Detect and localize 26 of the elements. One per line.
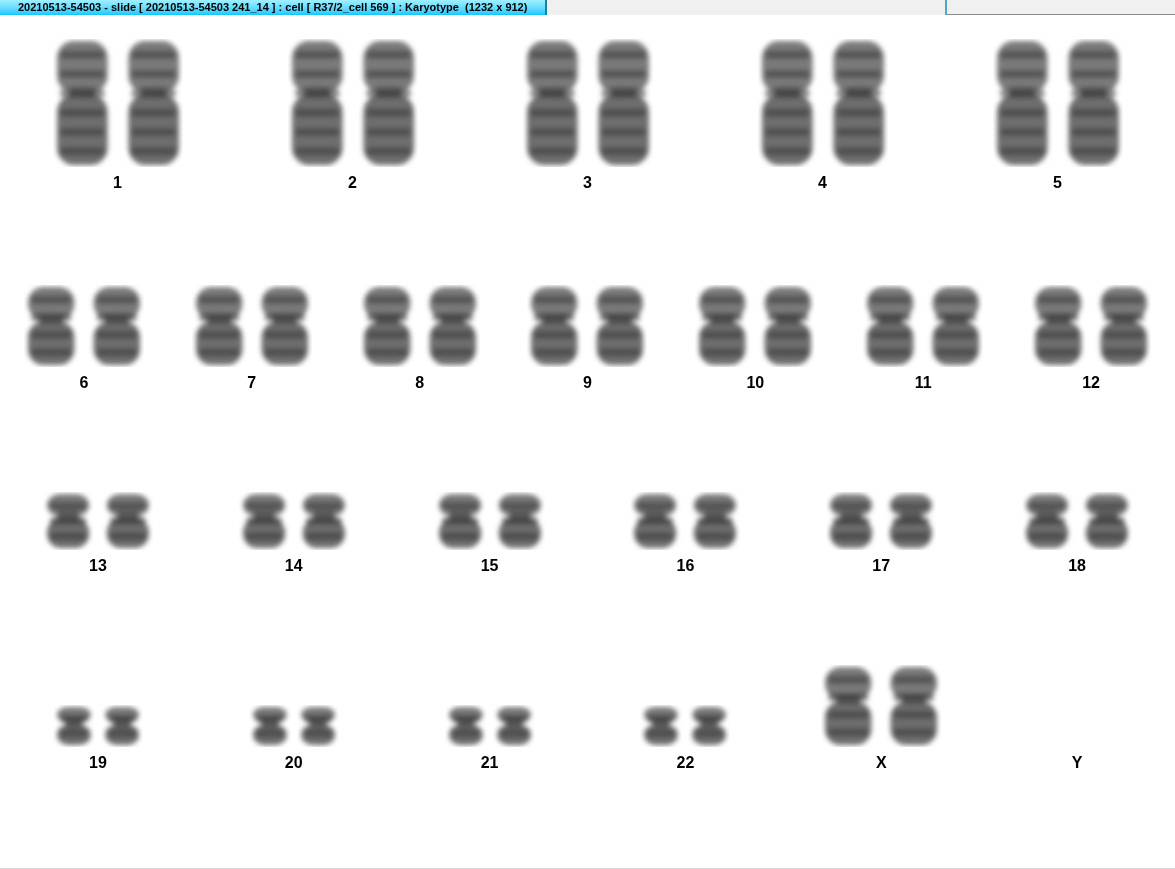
window-tab[interactable]: 20210513-54503 - slide [ 20210513-54503 241_14 ] : cell [ R37/2_cell 569 ] : Karyotype (1232 x 912): [0, 0, 548, 15]
chromosome-number: 5: [1053, 174, 1062, 192]
chromosome-number: X: [875, 754, 887, 772]
chromosome-number: 17: [872, 557, 891, 575]
chromosome-number: 20: [284, 754, 303, 772]
chromosome-number: 7: [247, 374, 257, 392]
chromosome-number: 4: [818, 174, 827, 192]
window-tab[interactable]: [547, 0, 948, 15]
chromosome-number: 10: [746, 374, 765, 392]
chromosome-number: 6: [79, 374, 89, 392]
chromosome-number: 8: [415, 374, 425, 392]
chromosome-number: 13: [89, 557, 107, 575]
chromosome-number: 16: [676, 557, 695, 575]
chromosome-number: 3: [583, 174, 592, 192]
chromosome-number: 11: [914, 374, 932, 392]
chromosome-number: 21: [480, 754, 499, 772]
chromosome-number: 2: [348, 174, 357, 192]
chromosome-number: Y: [1071, 754, 1083, 772]
chromosome-number: 19: [89, 754, 107, 772]
chromosome-number: 15: [480, 557, 499, 575]
chromosome-number: 22: [676, 754, 695, 772]
chromosome-number: 9: [583, 374, 592, 392]
chromosome-number: 14: [284, 557, 303, 575]
chromosome-number: 12: [1082, 374, 1100, 392]
chromosome-number: 1: [113, 174, 122, 192]
chromosome-number: 18: [1068, 557, 1086, 575]
